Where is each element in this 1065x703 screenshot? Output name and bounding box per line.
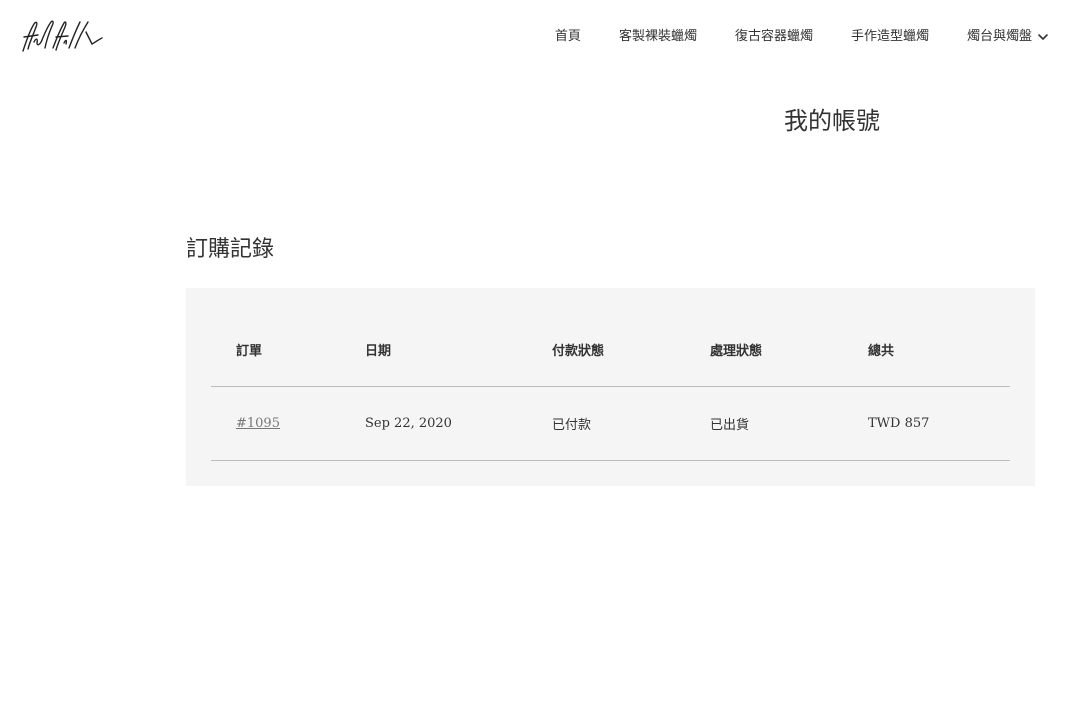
page-title: 我的帳號 (784, 107, 880, 135)
nav-item-handmade-shaped-candles[interactable]: 手作造型蠟燭 (851, 27, 929, 47)
table-header-row: 訂單 日期 付款狀態 處理狀態 總共 (211, 312, 1010, 387)
column-header-payment-status: 付款狀態 (527, 312, 685, 387)
column-header-total: 總共 (843, 312, 1010, 387)
logo-signature (22, 20, 103, 52)
column-header-date: 日期 (340, 312, 527, 387)
order-date-cell: Sep 22, 2020 (340, 386, 527, 461)
nav-item-home[interactable]: 首頁 (555, 27, 581, 47)
order-history-title: 訂購記錄 (186, 237, 275, 262)
main-nav: 首頁 客製裸裝蠟燭 復古容器蠟燭 手作造型蠟燭 燭台與燭盤 (555, 27, 1049, 47)
order-history-table: 訂單 日期 付款狀態 處理狀態 總共 #1095 Sep 22, 2020 已付… (211, 312, 1010, 461)
order-link[interactable]: #1095 (236, 416, 280, 431)
chevron-down-icon (1038, 34, 1048, 40)
order-number-cell: #1095 (211, 386, 340, 461)
order-history-panel: 訂單 日期 付款狀態 處理狀態 總共 #1095 Sep 22, 2020 已付… (186, 288, 1035, 486)
nav-item-holders-and-trays[interactable]: 燭台與燭盤 (967, 27, 1049, 47)
brand-logo[interactable] (20, 18, 104, 54)
nav-item-custom-candles[interactable]: 客製裸裝蠟燭 (619, 27, 697, 47)
nav-item-label: 燭台與燭盤 (966, 29, 1032, 44)
payment-status-cell: 已付款 (527, 386, 685, 461)
column-header-order: 訂單 (211, 312, 340, 387)
fulfillment-status-cell: 已出貨 (685, 386, 843, 461)
order-total-cell: TWD 857 (843, 386, 1010, 461)
column-header-fulfillment-status: 處理狀態 (685, 312, 843, 387)
table-row: #1095 Sep 22, 2020 已付款 已出貨 TWD 857 (211, 386, 1010, 461)
site-header: 首頁 客製裸裝蠟燭 復古容器蠟燭 手作造型蠟燭 燭台與燭盤 (0, 0, 1065, 76)
nav-item-vintage-container-candles[interactable]: 復古容器蠟燭 (735, 27, 813, 47)
